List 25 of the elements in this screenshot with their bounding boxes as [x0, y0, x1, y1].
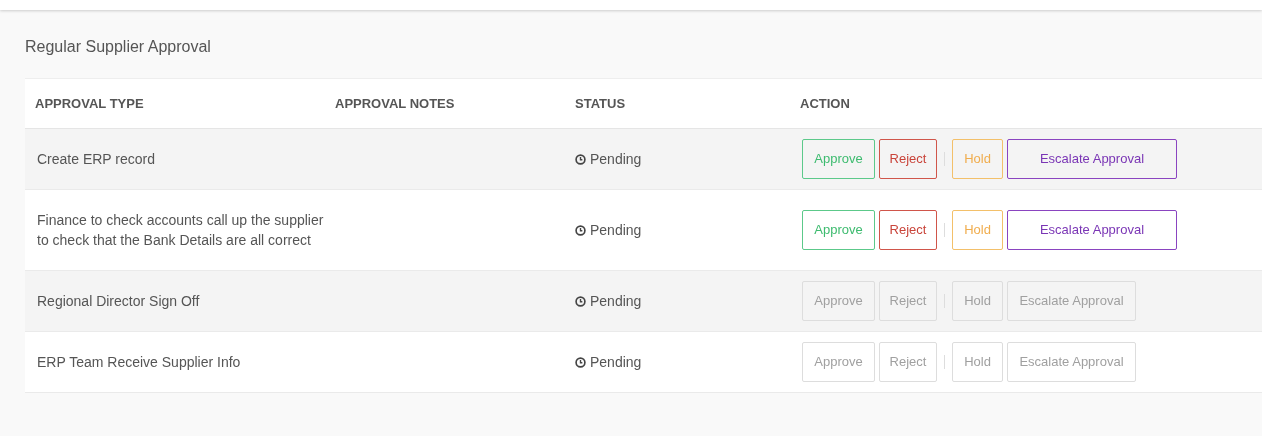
clock-icon	[575, 224, 586, 236]
approval-type-cell-text: ERP Team Receive Supplier Info	[37, 353, 242, 372]
column-header: APPROVAL NOTES	[335, 94, 455, 113]
status-text: Pending	[590, 149, 642, 169]
escalate-button[interactable]: Escalate Approval	[1007, 210, 1177, 250]
approval-type-cell-text: Regional Director Sign Off	[37, 292, 201, 311]
clock-icon	[575, 295, 586, 307]
column-header: STATUS	[575, 94, 626, 113]
approve-button[interactable]: Approve	[802, 210, 875, 250]
section-title: Regular Supplier Approval	[25, 37, 212, 57]
approval-type-cell-text: Finance to check accounts call up the supplier to check that the Bank Details are all correct	[37, 211, 325, 250]
hold-button[interactable]: Hold	[952, 210, 1003, 250]
column-header: ACTION	[800, 94, 850, 113]
status-text: Pending	[590, 291, 642, 311]
hold-button[interactable]: Hold	[952, 139, 1003, 179]
clock-icon	[575, 153, 586, 165]
status-text: Pending	[590, 352, 642, 372]
approve-button[interactable]: Approve	[802, 139, 875, 179]
column-header: APPROVAL TYPE	[35, 94, 144, 113]
approval-type-cell-text: Create ERP record	[37, 150, 156, 169]
clock-icon	[575, 356, 586, 368]
escalate-button[interactable]: Escalate Approval	[1007, 139, 1177, 179]
reject-button[interactable]: Reject	[879, 139, 937, 179]
status-text: Pending	[590, 220, 642, 240]
reject-button[interactable]: Reject	[879, 210, 937, 250]
